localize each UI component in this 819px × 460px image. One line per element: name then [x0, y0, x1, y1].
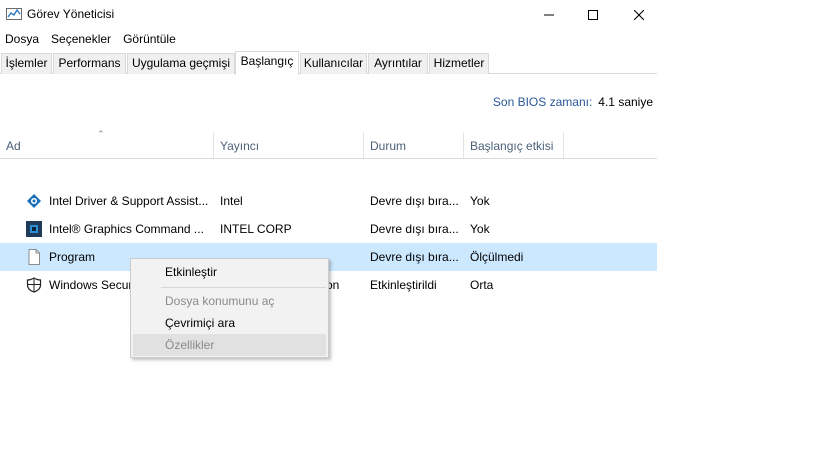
maximize-button[interactable]	[570, 0, 616, 30]
window-title: Görev Yöneticisi	[27, 7, 115, 21]
row-status: Devre dışı bıra...	[370, 194, 459, 208]
row-publisher: Intel	[220, 194, 243, 208]
context-menu-properties[interactable]: Özellikler	[133, 334, 326, 356]
row-publisher: INTEL CORP	[220, 222, 292, 236]
row-name: Windows Secur	[49, 278, 133, 292]
column-header-startup-impact[interactable]: Başlangıç etkisi	[464, 132, 563, 158]
context-menu-search-online[interactable]: Çevrimiçi ara	[133, 312, 326, 334]
close-button[interactable]	[616, 0, 662, 30]
row-status: Etkinleştirildi	[370, 278, 437, 292]
windows-security-icon	[26, 277, 42, 293]
tab-details[interactable]: Ayrıntılar	[368, 53, 428, 74]
row-impact: Yok	[470, 194, 490, 208]
column-divider[interactable]	[563, 132, 564, 158]
tab-app-history[interactable]: Uygulama geçmişi	[127, 53, 235, 74]
row-impact: Ölçülmedi	[470, 250, 524, 264]
task-manager-icon	[6, 6, 22, 22]
minimize-button[interactable]	[526, 0, 572, 30]
table-row[interactable]: Intel® Graphics Command ... INTEL CORP D…	[0, 215, 657, 243]
column-header-status[interactable]: Durum	[364, 132, 463, 158]
tab-services[interactable]: Hizmetler	[429, 53, 489, 74]
tab-users[interactable]: Kullanıcılar	[300, 53, 367, 74]
row-name: Intel Driver & Support Assist...	[49, 194, 209, 208]
row-publisher: on	[326, 278, 340, 292]
column-header-name[interactable]: Ad	[0, 132, 213, 158]
column-header-publisher[interactable]: Yayıncı	[214, 132, 363, 158]
context-menu: Etkinleştir Dosya konumunu aç Çevrimiçi …	[130, 258, 329, 358]
row-impact: Yok	[470, 222, 490, 236]
context-menu-enable[interactable]: Etkinleştir	[133, 261, 326, 283]
table-row[interactable]: Intel Driver & Support Assist... Intel D…	[0, 187, 657, 215]
tab-processes[interactable]: İşlemler	[1, 53, 52, 74]
row-status: Devre dışı bıra...	[370, 250, 459, 264]
title-bar: Görev Yöneticisi	[0, 0, 819, 30]
bios-time-label: Son BIOS zamanı:	[492, 95, 593, 109]
intel-graphics-icon	[26, 221, 42, 237]
row-impact: Orta	[470, 278, 494, 292]
intel-dsa-icon	[26, 193, 42, 209]
tab-strip: İşlemler Performans Uygulama geçmişi Baş…	[0, 51, 657, 75]
menu-options[interactable]: Seçenekler	[46, 30, 118, 48]
menu-view[interactable]: Görüntüle	[118, 30, 183, 48]
context-menu-open-file-location[interactable]: Dosya konumunu aç	[133, 290, 326, 312]
menu-bar: Dosya Seçenekler Görüntüle	[0, 30, 183, 48]
row-name: Intel® Graphics Command ...	[49, 222, 204, 236]
context-menu-separator	[161, 287, 326, 288]
tab-startup[interactable]: Başlangıç	[235, 51, 299, 75]
column-header-row: ⌃ Ad Yayıncı Durum Başlangıç etkisi	[0, 129, 657, 159]
bios-time: Son BIOS zamanı: 4.1 saniye	[493, 95, 653, 109]
tab-performance[interactable]: Performans	[53, 53, 126, 74]
file-icon	[26, 249, 42, 265]
bios-time-value: 4.1 saniye	[598, 95, 653, 109]
menu-file[interactable]: Dosya	[0, 30, 46, 48]
row-status: Devre dışı bıra...	[370, 222, 459, 236]
